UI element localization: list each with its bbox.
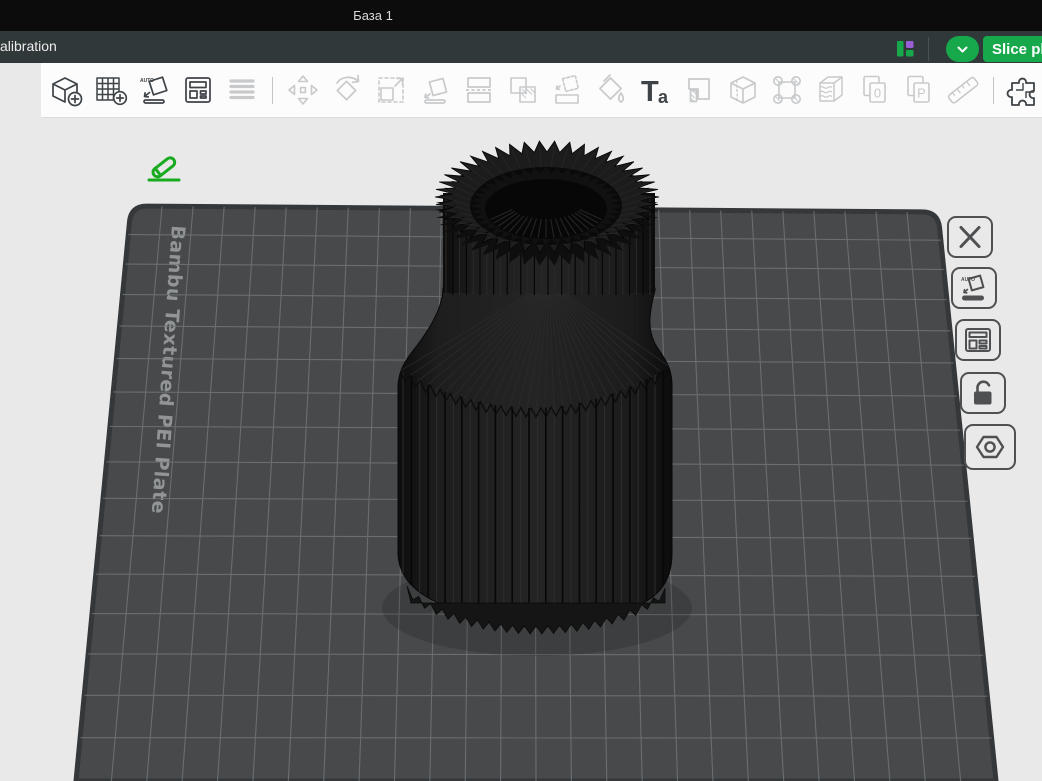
cut-button — [459, 70, 499, 110]
auto-orient-plate-button[interactable]: AUTO — [951, 267, 997, 309]
text-tool-button[interactable]: T a — [635, 70, 675, 110]
slice-dropdown-button[interactable] — [946, 36, 979, 62]
doc-zero-label: 0 — [874, 86, 881, 101]
auto-orient-icon: AUTO — [959, 273, 989, 303]
toolbar-divider — [272, 77, 273, 104]
slice-plate-label: Slice pla — [992, 41, 1042, 58]
hexagon-settings-icon — [974, 433, 1006, 461]
seam-painting-button — [679, 70, 719, 110]
color-painting-button — [591, 70, 631, 110]
scale-button — [371, 70, 411, 110]
arrange-plate-button[interactable] — [955, 319, 1001, 361]
viewport-3d[interactable]: Bambu Textured PEI Plate AUTO — [0, 63, 1042, 781]
header-divider — [928, 37, 929, 61]
window-title: База 1 — [353, 8, 393, 23]
auto-label: AUTO — [140, 78, 154, 84]
delete-plate-button[interactable] — [947, 216, 993, 258]
auto-orient-button[interactable]: AUTO — [134, 70, 174, 110]
slice-plate-button[interactable]: Slice pla — [983, 36, 1042, 62]
text-tool-a: a — [658, 87, 669, 107]
move-button — [283, 70, 323, 110]
fit-button — [767, 70, 807, 110]
auto-label: AUTO — [961, 277, 975, 283]
print-parameters-button: P — [899, 70, 939, 110]
header-bar: alibration — [0, 31, 1042, 63]
add-object-button[interactable] — [46, 70, 86, 110]
support-painting-button — [547, 70, 587, 110]
tab-calibration[interactable]: alibration — [0, 38, 57, 54]
lock-plate-button[interactable] — [960, 372, 1006, 414]
number-plates-button: 0 — [855, 70, 895, 110]
unlock-icon — [968, 379, 998, 407]
mesh-boolean-button — [503, 70, 543, 110]
close-icon — [955, 224, 985, 250]
chevron-down-icon — [957, 46, 968, 53]
arrange-icon — [963, 326, 993, 354]
scene-canvas[interactable]: Bambu Textured PEI Plate — [0, 63, 1042, 781]
measure-button — [943, 70, 983, 110]
edit-plate-name-icon[interactable] — [149, 156, 179, 180]
plate-settings-button[interactable] — [964, 424, 1016, 470]
arrange-button[interactable] — [178, 70, 218, 110]
assembly-button[interactable] — [1004, 70, 1042, 110]
variable-layer-height-button — [811, 70, 851, 110]
title-bar: База 1 — [0, 0, 1042, 31]
toolbar-divider — [993, 77, 994, 104]
doc-p-label: P — [917, 86, 926, 101]
plate-layout-icon[interactable] — [896, 39, 917, 59]
lay-on-face-button — [415, 70, 455, 110]
main-toolbar: AUTO — [41, 63, 1042, 118]
rotate-button — [327, 70, 367, 110]
app-window: База 1 alibration Slice pla — [0, 0, 1042, 781]
text-tool-T: T — [641, 76, 659, 108]
split-objects-button — [222, 70, 262, 110]
seam-cube-button — [723, 70, 763, 110]
add-plate-button[interactable] — [90, 70, 130, 110]
